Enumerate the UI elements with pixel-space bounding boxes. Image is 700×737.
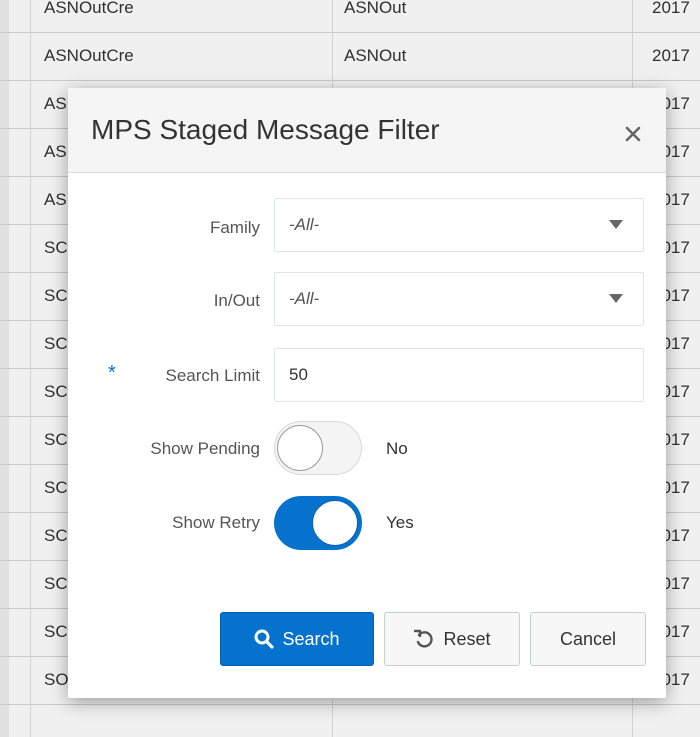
show-pending-label: Show Pending: [150, 439, 260, 458]
show-retry-label: Show Retry: [172, 513, 260, 532]
reset-button[interactable]: Reset: [384, 612, 520, 666]
search-limit-input[interactable]: 50: [274, 348, 644, 402]
chevron-down-icon: [609, 220, 623, 229]
dialog-title: MPS Staged Message Filter: [91, 114, 440, 145]
family-label: Family: [209, 218, 260, 237]
show-pending-toggle[interactable]: [274, 421, 362, 475]
reset-button-label: Reset: [443, 628, 491, 649]
cancel-button-label: Cancel: [559, 628, 617, 649]
filter-dialog: MPS Staged Message Filter Family -All- I…: [68, 88, 666, 698]
search-button[interactable]: Search: [220, 612, 374, 666]
search-icon: [254, 629, 275, 649]
dialog-header: MPS Staged Message Filter: [68, 88, 666, 173]
toggle-knob: [312, 500, 358, 546]
family-select[interactable]: -All-: [274, 198, 644, 252]
show-pending-state: No: [386, 439, 408, 458]
show-retry-toggle[interactable]: [274, 496, 362, 550]
in-out-label: In/Out: [213, 291, 260, 310]
close-icon[interactable]: [621, 122, 645, 146]
search-limit-label: Search Limit: [165, 366, 260, 385]
show-retry-state: Yes: [386, 513, 414, 532]
toggle-knob: [277, 425, 323, 471]
in-out-select[interactable]: -All-: [274, 272, 644, 326]
search-limit-value: 50: [289, 365, 308, 384]
chevron-down-icon: [609, 294, 623, 303]
required-marker: *: [108, 362, 116, 384]
family-select-value: -All-: [289, 215, 320, 234]
search-button-label: Search: [282, 628, 340, 649]
in-out-select-value: -All-: [289, 289, 320, 308]
cancel-button[interactable]: Cancel: [530, 612, 646, 666]
reset-icon: [414, 629, 434, 648]
